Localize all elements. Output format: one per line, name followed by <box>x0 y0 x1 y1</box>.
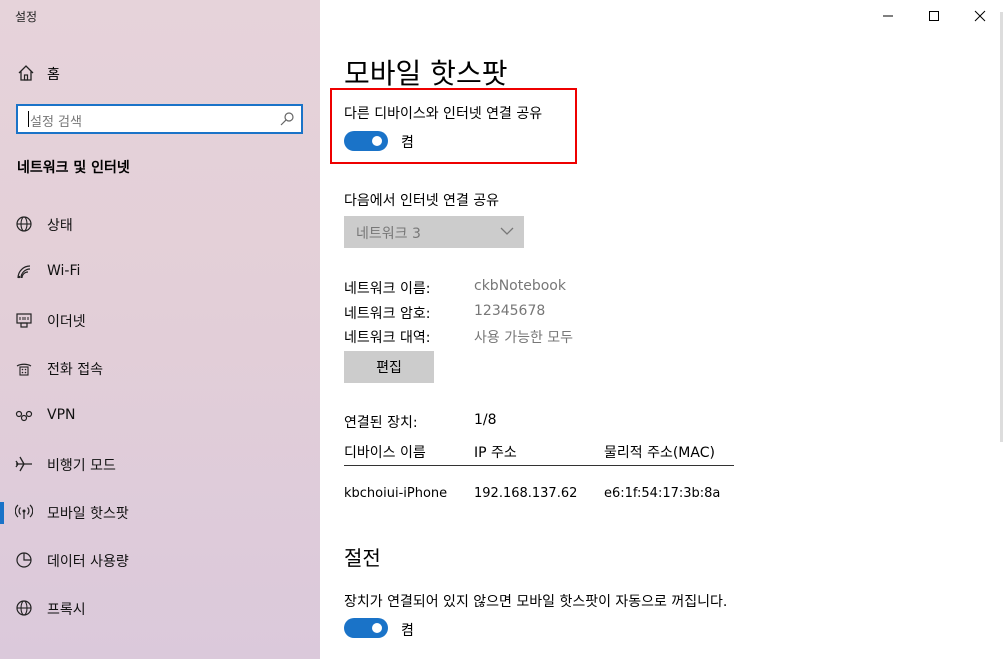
sidebar-item-label: 모바일 핫스팟 <box>47 506 129 522</box>
vpn-icon <box>15 410 33 422</box>
search-icon[interactable] <box>279 111 295 127</box>
sidebar-item-label: Wi-Fi <box>47 263 81 279</box>
close-button[interactable] <box>957 0 1003 32</box>
table-header-divider <box>344 465 734 466</box>
network-band-value: 사용 가능한 모두 <box>474 330 574 346</box>
sidebar-item-hotspot[interactable]: 모바일 핫스팟 <box>0 492 320 532</box>
close-icon <box>974 10 986 22</box>
power-save-toggle[interactable] <box>344 618 388 638</box>
page-title: 모바일 핫스팟 <box>344 57 508 90</box>
app-title: 설정 <box>15 10 38 24</box>
row-ip: 192.168.137.62 <box>474 486 578 501</box>
row-device-name: kbchoiui-iPhone <box>344 486 448 501</box>
share-from-dropdown[interactable]: 네트워크 3 <box>344 216 524 248</box>
edit-button[interactable]: 편집 <box>344 351 434 383</box>
nav-home-label: 홈 <box>47 67 60 83</box>
section-title: 네트워크 및 인터넷 <box>17 160 130 176</box>
column-header-mac: 물리적 주소(MAC) <box>604 445 715 461</box>
row-mac: e6:1f:54:17:3b:8a <box>604 486 721 501</box>
sidebar-item-label: 전화 접속 <box>47 362 103 378</box>
text-caret <box>28 111 29 127</box>
sidebar-item-status[interactable]: 상태 <box>0 204 320 244</box>
share-toggle-state: 켬 <box>401 135 414 151</box>
connected-devices-value: 1/8 <box>474 412 497 428</box>
sidebar-item-label: 이더넷 <box>47 314 86 330</box>
highlight-box <box>330 88 577 164</box>
toggle-knob <box>372 623 382 633</box>
connected-devices-label: 연결된 장치: <box>344 415 418 431</box>
column-header-device-name: 디바이스 이름 <box>344 445 426 461</box>
maximize-button[interactable] <box>911 0 957 32</box>
maximize-icon <box>929 11 939 21</box>
dropdown-value: 네트워크 3 <box>356 226 421 242</box>
chevron-down-icon <box>500 227 514 235</box>
sidebar-item-label: 상태 <box>47 218 73 234</box>
minimize-button[interactable] <box>865 0 911 32</box>
globe-status-icon <box>16 216 32 232</box>
network-name-label: 네트워크 이름: <box>344 281 431 297</box>
sidebar-item-label: 데이터 사용량 <box>47 554 129 570</box>
sidebar-item-data-usage[interactable]: 데이터 사용량 <box>0 540 320 580</box>
ethernet-icon <box>16 313 32 328</box>
sidebar-item-proxy[interactable]: 프록시 <box>0 588 320 628</box>
hotspot-icon <box>15 504 33 519</box>
sidebar-item-vpn[interactable]: VPN <box>0 396 320 436</box>
network-password-label: 네트워크 암호: <box>344 306 431 322</box>
sidebar-item-label: 비행기 모드 <box>47 458 116 474</box>
column-header-ip: IP 주소 <box>474 445 517 461</box>
toggle-knob <box>372 136 382 146</box>
sidebar-item-label: VPN <box>47 407 76 423</box>
search-placeholder: 설정 검색 <box>30 115 82 130</box>
main-content: 모바일 핫스팟 다른 디바이스와 인터넷 연결 공유 켬 다음에서 인터넷 연결… <box>320 0 1003 659</box>
airplane-icon <box>15 456 32 472</box>
minimize-icon <box>883 15 893 17</box>
share-label: 다른 디바이스와 인터넷 연결 공유 <box>344 106 543 122</box>
share-toggle[interactable] <box>344 131 388 151</box>
wifi-icon <box>17 265 31 279</box>
active-indicator <box>0 502 4 524</box>
dialup-icon <box>16 363 32 376</box>
home-icon <box>18 65 34 81</box>
network-password-value: 12345678 <box>474 303 546 319</box>
sidebar-item-wifi[interactable]: Wi-Fi <box>0 252 320 292</box>
power-save-title: 절전 <box>344 546 381 570</box>
power-save-toggle-state: 켬 <box>401 623 414 639</box>
data-usage-icon <box>16 552 32 568</box>
nav-home[interactable]: 홈 <box>0 56 320 90</box>
sidebar-item-dialup[interactable]: 전화 접속 <box>0 348 320 388</box>
network-name-value: ckbNotebook <box>474 278 566 294</box>
network-band-label: 네트워크 대역: <box>344 330 431 346</box>
proxy-globe-icon <box>16 600 32 616</box>
scrollbar[interactable] <box>999 0 1003 659</box>
sidebar: 설정 홈 설정 검색 네트워크 및 인터넷 상태 Wi-Fi 이더넷 전화 접속… <box>0 0 320 659</box>
sidebar-item-airplane[interactable]: 비행기 모드 <box>0 444 320 484</box>
sidebar-item-ethernet[interactable]: 이더넷 <box>0 300 320 340</box>
power-save-description: 장치가 연결되어 있지 않으면 모바일 핫스팟이 자동으로 꺼집니다. <box>344 594 728 610</box>
share-from-label: 다음에서 인터넷 연결 공유 <box>344 193 500 209</box>
search-box[interactable]: 설정 검색 <box>16 104 303 134</box>
sidebar-item-label: 프록시 <box>47 602 86 618</box>
